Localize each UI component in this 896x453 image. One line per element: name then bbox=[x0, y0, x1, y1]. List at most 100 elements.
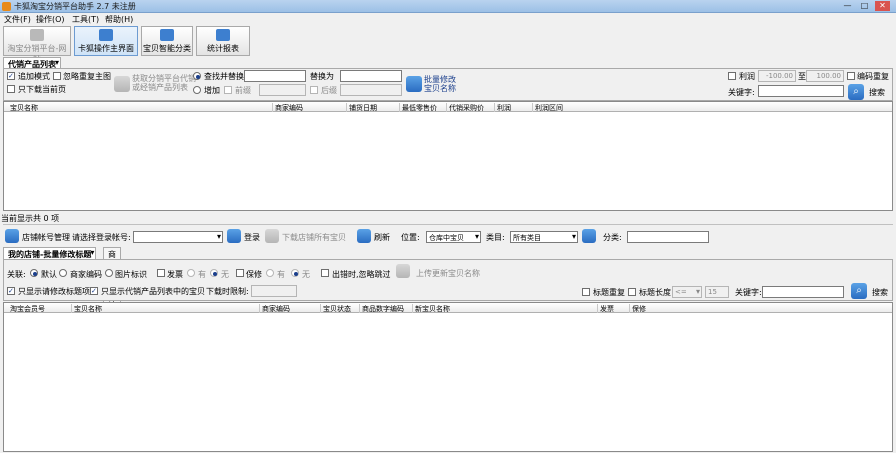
fetch-icon bbox=[114, 76, 130, 92]
col-profit[interactable]: 利润 bbox=[494, 103, 511, 112]
invoice-no-radio[interactable] bbox=[210, 269, 218, 277]
col-date[interactable]: 铺货日期 bbox=[346, 103, 377, 112]
tab-batch-title[interactable]: 我的店铺-批量修改标题 bbox=[3, 247, 97, 259]
col-profit-range[interactable]: 利润区间 bbox=[532, 103, 563, 112]
batch-edit-icon bbox=[406, 76, 422, 92]
batch-edit-button[interactable]: 批量修改 宝贝名称 bbox=[424, 75, 456, 93]
ignore-main-checkbox[interactable] bbox=[53, 72, 61, 80]
toolbar-main-button[interactable]: 卡狐操作主界面 bbox=[74, 26, 138, 56]
invoice-yes-radio[interactable] bbox=[187, 269, 195, 277]
maximize-button[interactable]: □ bbox=[857, 1, 872, 11]
col-new-name[interactable]: 新宝贝名称 bbox=[412, 304, 450, 313]
toolbar-label: 统计报表 bbox=[207, 44, 239, 53]
code-dup-label: 编码重复 bbox=[857, 72, 889, 81]
col-min-price[interactable]: 最低零售价 bbox=[399, 103, 437, 112]
close-button[interactable]: ✕ bbox=[875, 1, 890, 11]
link-label: 关联: bbox=[7, 270, 26, 279]
default-radio[interactable] bbox=[30, 269, 38, 277]
invoice-label: 发票 bbox=[167, 270, 183, 279]
code-dup-checkbox[interactable] bbox=[847, 72, 855, 80]
col-member[interactable]: 淘宝会员号 bbox=[8, 304, 45, 313]
profit-checkbox[interactable] bbox=[728, 72, 736, 80]
len-num-input[interactable]: 15 bbox=[705, 286, 729, 298]
menu-operate[interactable]: 操作(O) bbox=[36, 14, 65, 25]
suffix-label: 后缀 bbox=[321, 86, 337, 95]
toolbar-website-button[interactable]: 淘宝分销平台-网站 bbox=[3, 26, 71, 64]
col-status[interactable]: 宝贝状态 bbox=[320, 304, 351, 313]
home-icon bbox=[30, 29, 44, 41]
limit-input[interactable] bbox=[251, 285, 297, 297]
shop-items-table[interactable]: 淘宝会员号 宝贝名称 商家编码 宝贝状态 商品数字编码 新宝贝名称 发票 保修 bbox=[3, 302, 893, 452]
suffix-input[interactable] bbox=[340, 84, 402, 96]
add-radio[interactable] bbox=[193, 86, 201, 94]
replace-input[interactable] bbox=[340, 70, 402, 82]
divider bbox=[3, 224, 893, 225]
upper-search-button[interactable]: 搜索 bbox=[869, 87, 885, 98]
profit-min-input[interactable]: -100.00 bbox=[758, 70, 796, 82]
refresh-button[interactable]: 刷新 bbox=[374, 232, 390, 243]
position-label: 位置: bbox=[401, 233, 420, 242]
download-all-button[interactable]: 下载店铺所有宝贝 bbox=[282, 232, 346, 243]
find-input[interactable] bbox=[244, 70, 306, 82]
col-invoice[interactable]: 发票 bbox=[597, 304, 614, 313]
upload-button[interactable]: 上传更新宝贝名称 bbox=[416, 268, 480, 279]
login-button[interactable]: 登录 bbox=[244, 232, 260, 243]
fetch-products-button[interactable]: 获取分销平台代销 或经销产品列表 bbox=[132, 74, 196, 92]
pic-mark-label: 图片标识 bbox=[115, 270, 147, 279]
append-mode-checkbox[interactable] bbox=[7, 72, 15, 80]
skip-error-label: 出错时,忽略跳过 bbox=[332, 270, 391, 279]
lower-search-button[interactable]: 搜索 bbox=[872, 287, 888, 298]
user-icon bbox=[5, 229, 19, 243]
category-select[interactable]: 所有类目 bbox=[510, 231, 578, 243]
col-num-code[interactable]: 商品数字编码 bbox=[359, 304, 404, 313]
skip-error-checkbox[interactable] bbox=[321, 269, 329, 277]
only-modify-checkbox[interactable] bbox=[7, 287, 15, 295]
account-select[interactable] bbox=[133, 231, 223, 243]
toolbar-label: 宝贝智能分类 bbox=[143, 44, 191, 53]
merchant-code-radio[interactable] bbox=[59, 269, 67, 277]
prefix-input[interactable] bbox=[259, 84, 306, 96]
toolbar-classify-button[interactable]: 宝贝智能分类 bbox=[141, 26, 193, 56]
col-name[interactable]: 宝贝名称 bbox=[8, 103, 38, 112]
title-len-label: 标题长度 bbox=[639, 288, 671, 297]
col-warranty[interactable]: 保修 bbox=[629, 304, 646, 313]
account-manage-link[interactable]: 店铺帐号管理 bbox=[22, 232, 70, 243]
find-replace-radio[interactable] bbox=[193, 72, 201, 80]
suffix-checkbox[interactable] bbox=[310, 86, 318, 94]
lower-keyword-input[interactable] bbox=[762, 286, 844, 298]
only-show-checkbox[interactable] bbox=[90, 287, 98, 295]
class-input[interactable] bbox=[627, 231, 709, 243]
col-purchase-price[interactable]: 代销采购价 bbox=[446, 103, 484, 112]
search-icon[interactable]: ⌕ bbox=[848, 84, 864, 100]
search-icon[interactable]: ⌕ bbox=[851, 283, 867, 299]
window-title: 卡狐淘宝分销平台助手 2.7 未注册 bbox=[14, 2, 136, 11]
download-icon bbox=[265, 229, 279, 243]
only-current-checkbox[interactable] bbox=[7, 85, 15, 93]
toolbar-report-button[interactable]: 统计报表 bbox=[196, 26, 250, 56]
invoice-checkbox[interactable] bbox=[157, 269, 165, 277]
warranty-no-radio[interactable] bbox=[291, 269, 299, 277]
warranty-checkbox[interactable] bbox=[236, 269, 244, 277]
position-select[interactable]: 仓库中宝贝 bbox=[426, 231, 481, 243]
product-list-table[interactable]: 宝贝名称 商家编码 铺货日期 最低零售价 代销采购价 利润 利润区间 bbox=[3, 101, 893, 211]
menu-bar: 文件(F) 操作(O) 工具(T) 帮助(H) bbox=[0, 13, 896, 25]
upper-keyword-input[interactable] bbox=[758, 85, 844, 97]
col-code[interactable]: 商家编码 bbox=[272, 103, 303, 112]
warranty-label: 保修 bbox=[246, 270, 262, 279]
only-show-label: 只显示代销产品列表中的宝贝 bbox=[101, 287, 205, 296]
len-op-select[interactable]: <= bbox=[672, 286, 702, 298]
menu-file[interactable]: 文件(F) bbox=[4, 14, 31, 25]
menu-tools[interactable]: 工具(T) bbox=[72, 14, 99, 25]
menu-help[interactable]: 帮助(H) bbox=[105, 14, 133, 25]
warranty-yes-radio[interactable] bbox=[266, 269, 274, 277]
prefix-checkbox[interactable] bbox=[224, 86, 232, 94]
pic-mark-radio[interactable] bbox=[105, 269, 113, 277]
title-len-checkbox[interactable] bbox=[628, 288, 636, 296]
col-code[interactable]: 商家编码 bbox=[259, 304, 290, 313]
minimize-button[interactable]: — bbox=[840, 1, 855, 11]
class-label: 分类: bbox=[603, 233, 622, 242]
title-dup-checkbox[interactable] bbox=[582, 288, 590, 296]
only-current-label: 只下载当前页 bbox=[18, 85, 66, 94]
col-name[interactable]: 宝贝名称 bbox=[71, 304, 102, 313]
profit-max-input[interactable]: 100.00 bbox=[806, 70, 844, 82]
